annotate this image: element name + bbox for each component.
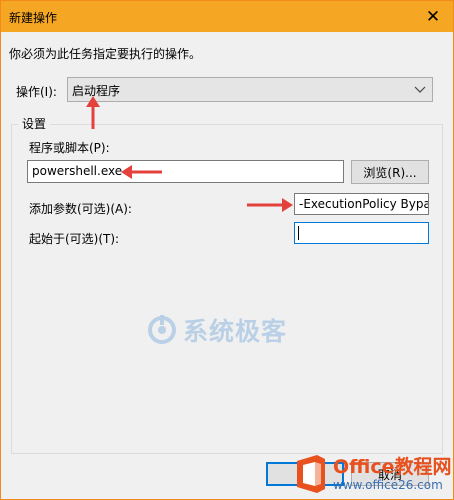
title-bar[interactable]: 新建操作 ✕ xyxy=(1,1,453,32)
browse-button[interactable]: 浏览(R)... xyxy=(351,160,429,184)
site-watermark: Office教程网 www.office26.com xyxy=(293,449,454,499)
program-label: 程序或脚本(P): xyxy=(29,141,110,155)
arrow-right-icon xyxy=(247,198,293,212)
arguments-label: 添加参数(可选)(A): xyxy=(29,202,132,216)
instruction-text: 你必须为此任务指定要执行的操作。 xyxy=(9,47,202,61)
watermark-logo: 系统极客 xyxy=(147,310,317,350)
arrow-left-icon xyxy=(121,165,162,179)
settings-group-title: 设置 xyxy=(18,115,51,132)
watermark-brand: Office教程网 xyxy=(333,456,452,478)
watermark-text: 系统极客 xyxy=(183,317,288,346)
start-in-input[interactable] xyxy=(294,222,429,244)
action-label: 操作(I): xyxy=(16,85,57,99)
program-input[interactable]: powershell.exe xyxy=(27,160,344,183)
start-in-label: 起始于(可选)(T): xyxy=(29,232,120,246)
arguments-input[interactable]: -ExecutionPolicy Bypass xyxy=(294,193,429,215)
office-logo-icon xyxy=(293,453,329,495)
watermark-url: www.office26.com xyxy=(333,478,443,492)
close-button[interactable]: ✕ xyxy=(413,1,453,32)
arrow-up-icon xyxy=(86,96,100,129)
dialog-body: 你必须为此任务指定要执行的操作。 操作(I): 启动程序 设置 程序或脚本(P)… xyxy=(1,32,453,499)
text-caret xyxy=(298,226,299,240)
action-dropdown[interactable]: 启动程序 xyxy=(67,77,433,102)
window-title: 新建操作 xyxy=(9,11,58,25)
close-icon: ✕ xyxy=(425,6,441,27)
dialog-window: 新建操作 ✕ 你必须为此任务指定要执行的操作。 操作(I): 启动程序 设置 程… xyxy=(0,0,454,500)
chevron-down-icon xyxy=(414,81,426,100)
watermark-icon xyxy=(148,315,176,344)
